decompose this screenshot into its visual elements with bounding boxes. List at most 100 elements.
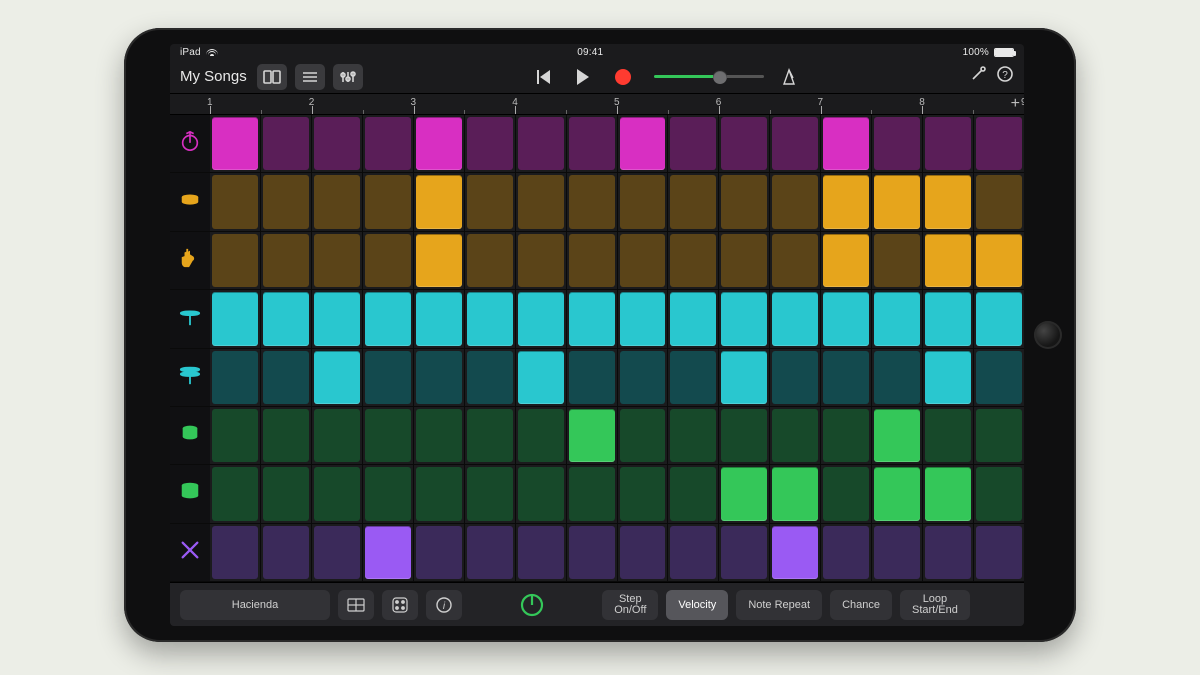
step-cell[interactable] [414, 290, 465, 347]
step-cell[interactable] [821, 349, 872, 406]
step-cell[interactable] [668, 407, 719, 464]
step-cell[interactable] [923, 232, 974, 289]
step-cell[interactable] [923, 524, 974, 581]
step-cell[interactable] [618, 465, 669, 522]
step-cell[interactable] [465, 173, 516, 230]
record-button[interactable] [608, 64, 638, 90]
step-cell[interactable] [923, 290, 974, 347]
step-cell[interactable] [363, 465, 414, 522]
step-cell[interactable] [567, 349, 618, 406]
step-cell[interactable] [821, 465, 872, 522]
step-cell[interactable] [770, 115, 821, 172]
step-cell[interactable] [719, 173, 770, 230]
step-cell[interactable] [312, 290, 363, 347]
step-cell[interactable] [567, 524, 618, 581]
step-cell[interactable] [414, 524, 465, 581]
step-cell[interactable] [210, 465, 261, 522]
step-cell[interactable] [719, 232, 770, 289]
step-cell[interactable] [363, 115, 414, 172]
step-cell[interactable] [414, 115, 465, 172]
step-cell[interactable] [210, 115, 261, 172]
step-cell[interactable] [668, 173, 719, 230]
step-cell[interactable] [465, 465, 516, 522]
step-cell[interactable] [414, 173, 465, 230]
step-cell[interactable] [465, 290, 516, 347]
step-cell[interactable] [618, 349, 669, 406]
instrument-clap[interactable] [170, 232, 210, 290]
instrument-hihat-open[interactable] [170, 349, 210, 407]
mode-step-onoff[interactable]: StepOn/Off [602, 590, 658, 620]
info-button[interactable]: i [426, 590, 462, 620]
step-cell[interactable] [567, 115, 618, 172]
instrument-tom-high[interactable] [170, 407, 210, 465]
step-cell[interactable] [872, 465, 923, 522]
help-button[interactable]: ? [996, 65, 1014, 88]
go-to-start-button[interactable] [528, 64, 558, 90]
step-cell[interactable] [516, 524, 567, 581]
step-cell[interactable] [974, 524, 1024, 581]
step-cell[interactable] [668, 232, 719, 289]
step-cell[interactable] [821, 407, 872, 464]
step-cell[interactable] [974, 173, 1024, 230]
step-cell[interactable] [668, 465, 719, 522]
step-cell[interactable] [567, 290, 618, 347]
step-cell[interactable] [210, 290, 261, 347]
step-cell[interactable] [465, 349, 516, 406]
randomize-button[interactable] [382, 590, 418, 620]
step-cell[interactable] [312, 407, 363, 464]
step-cell[interactable] [872, 115, 923, 172]
preset-selector[interactable]: Hacienda [180, 590, 330, 620]
step-cell[interactable] [210, 524, 261, 581]
step-cell[interactable] [261, 407, 312, 464]
instrument-tom-low[interactable] [170, 465, 210, 523]
instrument-snare[interactable] [170, 173, 210, 231]
step-cell[interactable] [618, 290, 669, 347]
step-cell[interactable] [363, 349, 414, 406]
step-cell[interactable] [719, 290, 770, 347]
step-cell[interactable] [414, 349, 465, 406]
step-cell[interactable] [465, 115, 516, 172]
step-cell[interactable] [210, 232, 261, 289]
step-cell[interactable] [465, 407, 516, 464]
step-cell[interactable] [719, 349, 770, 406]
step-cell[interactable] [567, 465, 618, 522]
step-cell[interactable] [974, 232, 1024, 289]
step-cell[interactable] [872, 290, 923, 347]
step-cell[interactable] [618, 115, 669, 172]
step-cell[interactable] [516, 349, 567, 406]
step-cell[interactable] [770, 524, 821, 581]
step-cell[interactable] [821, 173, 872, 230]
step-cell[interactable] [363, 290, 414, 347]
sequencer-view-button[interactable] [338, 590, 374, 620]
mode-velocity[interactable]: Velocity [666, 590, 728, 620]
step-cell[interactable] [312, 115, 363, 172]
play-button[interactable] [568, 64, 598, 90]
step-cell[interactable] [923, 173, 974, 230]
instrument-kick[interactable] [170, 115, 210, 173]
master-volume-slider[interactable] [654, 75, 764, 78]
ipad-home-button[interactable] [1034, 321, 1062, 349]
step-cell[interactable] [974, 465, 1024, 522]
step-cell[interactable] [719, 524, 770, 581]
step-cell[interactable] [719, 115, 770, 172]
step-cell[interactable] [567, 232, 618, 289]
step-cell[interactable] [414, 465, 465, 522]
step-cell[interactable] [770, 407, 821, 464]
step-cell[interactable] [923, 407, 974, 464]
tracks-view-button[interactable] [295, 64, 325, 90]
step-cell[interactable] [261, 115, 312, 172]
step-cell[interactable] [210, 407, 261, 464]
step-cell[interactable] [770, 232, 821, 289]
step-cell[interactable] [821, 524, 872, 581]
step-cell[interactable] [210, 349, 261, 406]
step-cell[interactable] [821, 115, 872, 172]
beat-ruler[interactable]: 123456789 + [170, 94, 1024, 114]
step-cell[interactable] [668, 290, 719, 347]
instrument-sticks[interactable] [170, 524, 210, 582]
step-cell[interactable] [923, 349, 974, 406]
step-cell[interactable] [923, 465, 974, 522]
step-cell[interactable] [567, 407, 618, 464]
pattern-power-button[interactable] [517, 590, 547, 620]
step-cell[interactable] [465, 524, 516, 581]
step-cell[interactable] [261, 232, 312, 289]
